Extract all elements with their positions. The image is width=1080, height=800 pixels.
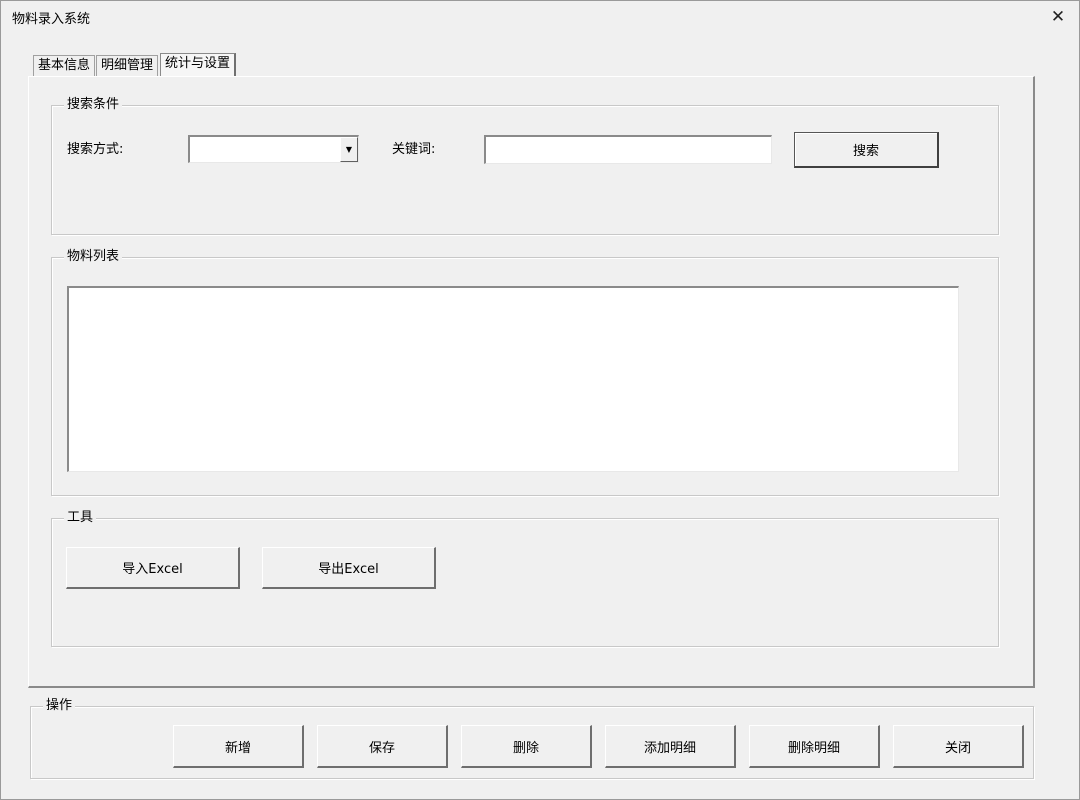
- material-list-title: 物料列表: [64, 249, 123, 265]
- tools-title: 工具: [64, 510, 97, 526]
- keyword-label: 关键词:: [392, 142, 436, 157]
- main-window: 物料录入系统 ✕ 基本信息 明细管理 统计与设置 搜索条件 搜索方式: ▼ 关键…: [0, 0, 1080, 800]
- search-method-dropdown-button[interactable]: ▼: [340, 137, 358, 162]
- export-excel-button[interactable]: 导出Excel: [262, 547, 436, 589]
- material-listbox[interactable]: [67, 286, 959, 472]
- close-window-button[interactable]: ✕: [1043, 3, 1073, 31]
- delete-detail-button[interactable]: 删除明细: [749, 725, 880, 768]
- close-button[interactable]: 关闭: [893, 725, 1024, 768]
- save-button[interactable]: 保存: [317, 725, 448, 768]
- search-conditions-title: 搜索条件: [64, 97, 123, 113]
- operations-title: 操作: [43, 698, 76, 714]
- import-excel-button[interactable]: 导入Excel: [66, 547, 240, 589]
- new-button[interactable]: 新增: [173, 725, 304, 768]
- search-method-label: 搜索方式:: [67, 142, 124, 157]
- tab-statistics-settings[interactable]: 统计与设置: [160, 53, 237, 77]
- search-method-select[interactable]: ▼: [188, 135, 359, 163]
- dropdown-arrow-icon: ▼: [345, 145, 353, 154]
- tab-detail-management[interactable]: 明细管理: [96, 55, 159, 77]
- keyword-input[interactable]: [484, 135, 772, 164]
- close-icon: ✕: [1050, 7, 1066, 27]
- add-detail-button[interactable]: 添加明细: [605, 725, 736, 768]
- tab-basic-info[interactable]: 基本信息: [33, 55, 96, 77]
- title-bar: 物料录入系统 ✕: [1, 1, 1079, 33]
- delete-button[interactable]: 删除: [461, 725, 592, 768]
- search-conditions-group: 搜索条件: [51, 97, 999, 235]
- search-button[interactable]: 搜索: [794, 132, 939, 168]
- window-title: 物料录入系统: [12, 12, 91, 27]
